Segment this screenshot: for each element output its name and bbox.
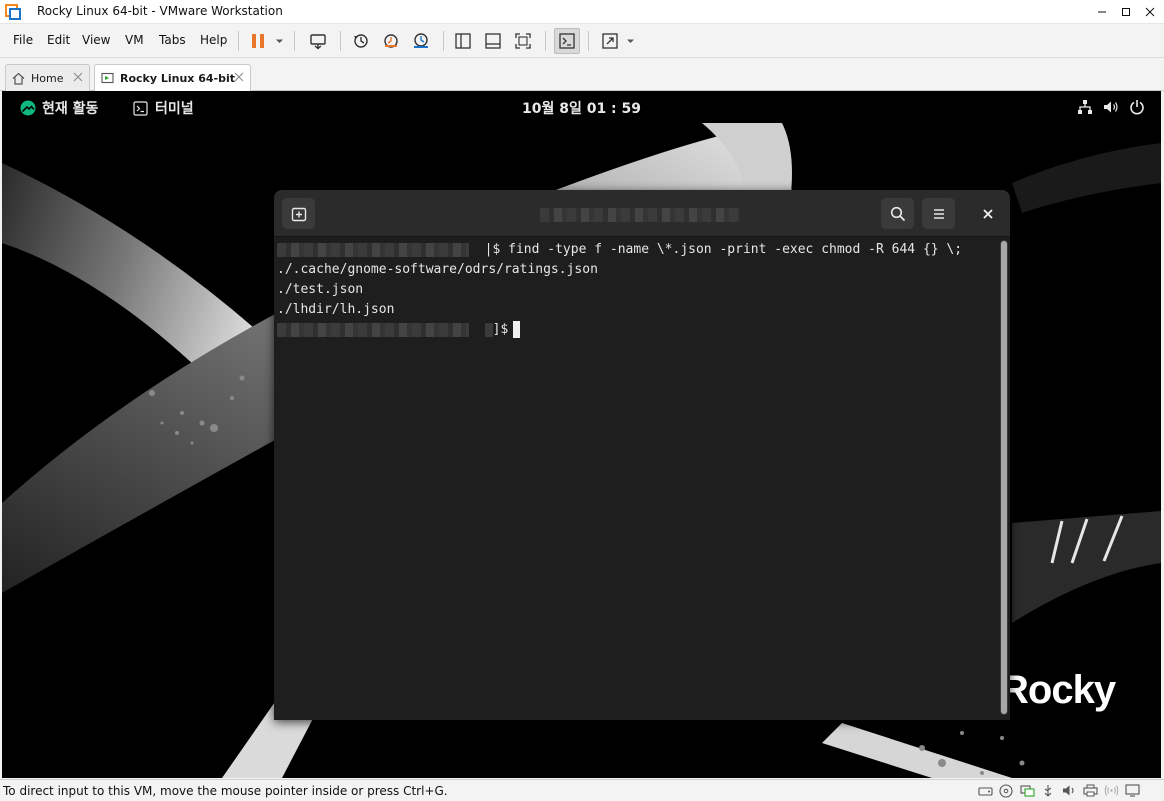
terminal-line-output: ./.cache/gnome-software/odrs/ratings.jso… [277, 262, 598, 277]
redacted-prompt [277, 242, 469, 257]
toolbar-separator [588, 31, 589, 51]
snapshot-icon [354, 34, 368, 48]
terminal-window[interactable]: |$ find -type f -name \*.json -print -ex… [274, 190, 1010, 720]
toolbar-separator [443, 31, 444, 51]
hard-disk-icon[interactable] [977, 783, 993, 798]
snapshot-revert-button[interactable] [378, 28, 404, 54]
snapshot-manager-icon [414, 33, 428, 48]
new-tab-button[interactable] [282, 198, 315, 229]
minimize-icon [1098, 11, 1106, 13]
system-status-area[interactable] [1077, 99, 1145, 115]
snapshot-manager-button[interactable] [408, 28, 434, 54]
close-tab-icon[interactable] [234, 72, 244, 82]
pause-icon [252, 34, 264, 48]
menu-help[interactable]: Help [200, 33, 227, 47]
pause-dropdown-chevron-icon[interactable] [275, 37, 284, 46]
redacted-prompt [277, 322, 469, 337]
power-icon [1130, 100, 1144, 115]
full-screen-button[interactable] [510, 28, 536, 54]
terminal-headerbar [274, 190, 1010, 237]
close-tab-icon[interactable] [73, 72, 83, 82]
network-adapter-icon[interactable] [1019, 783, 1035, 798]
terminal-line-prompt: ]$ [277, 320, 521, 340]
vm-guest-display[interactable]: 현재 활동 터미널 10월 8일 01 : 59 Rocky |$ find -… [2, 91, 1161, 778]
terminal-output[interactable]: |$ find -type f -name \*.json -print -ex… [274, 237, 996, 720]
redacted-prompt [484, 322, 493, 337]
menu-button[interactable] [922, 198, 955, 229]
rocky-wordmark: Rocky [1000, 668, 1116, 712]
vm-icon [101, 72, 114, 84]
terminal-scrollbar-thumb[interactable] [1001, 241, 1007, 714]
find-button[interactable] [881, 198, 914, 229]
console-view-button[interactable] [554, 28, 580, 54]
command-text: find -type f -name \*.json -print -exec … [508, 242, 963, 257]
menu-tabs[interactable]: Tabs [159, 33, 186, 47]
terminal-line-output: ./test.json [277, 282, 364, 297]
snapshot-revert-icon [384, 34, 398, 48]
prompt-suffix: |$ [484, 242, 509, 257]
send-keys-icon [310, 34, 326, 50]
close-icon [982, 208, 993, 219]
hamburger-menu-icon [933, 208, 944, 219]
new-tab-icon [291, 207, 306, 221]
stretch-icon [602, 33, 618, 49]
show-library-button[interactable] [450, 28, 476, 54]
tab-label: Home [31, 71, 64, 85]
console-icon [559, 33, 575, 49]
toolbar-separator [340, 31, 341, 51]
usb-controller-icon[interactable] [1040, 783, 1056, 798]
gnome-top-bar: 현재 활동 터미널 10월 8일 01 : 59 [2, 91, 1161, 123]
menu-edit[interactable]: Edit [47, 33, 70, 47]
text-cursor [513, 321, 521, 338]
snapshot-take-button[interactable] [348, 28, 374, 54]
thumbnail-bar-icon [485, 33, 501, 49]
menu-file[interactable]: File [13, 33, 33, 47]
stretch-dropdown-chevron-icon[interactable] [626, 37, 635, 46]
vmware-app-icon [5, 4, 21, 20]
tab-label: Rocky Linux 64-bit [120, 72, 236, 85]
toolbar-separator [294, 31, 295, 51]
library-panel-icon [455, 33, 471, 49]
cd-dvd-icon[interactable] [998, 783, 1014, 798]
home-icon [12, 72, 25, 85]
maximize-button[interactable] [1114, 0, 1138, 24]
vm-tab-strip: Home Rocky Linux 64-bit [0, 59, 1164, 92]
printer-icon[interactable] [1082, 783, 1098, 798]
toolbar-separator [238, 31, 239, 51]
device-status-icons [977, 783, 1140, 798]
menu-toolbar: File Edit View VM Tabs Help [0, 24, 1164, 58]
title-bar: Rocky Linux 64-bit - VMware Workstation [0, 0, 1164, 24]
wireless-icon[interactable] [1103, 783, 1119, 798]
terminal-title-redacted [540, 207, 740, 222]
terminal-line-command: |$ find -type f -name \*.json -print -ex… [277, 240, 962, 260]
close-window-button[interactable] [1138, 0, 1162, 24]
volume-icon [1104, 101, 1118, 113]
minimize-button[interactable] [1090, 0, 1114, 24]
full-screen-icon [515, 33, 531, 49]
tab-rocky-linux[interactable]: Rocky Linux 64-bit [94, 64, 251, 92]
maximize-icon [1122, 8, 1130, 16]
sound-card-icon[interactable] [1061, 783, 1077, 798]
pause-button[interactable] [245, 28, 271, 54]
menu-view[interactable]: View [82, 33, 110, 47]
send-ctrl-alt-del-button[interactable] [305, 28, 331, 54]
close-terminal-button[interactable] [971, 198, 1004, 229]
window-title: Rocky Linux 64-bit - VMware Workstation [37, 4, 283, 18]
show-thumbnail-bar-button[interactable] [480, 28, 506, 54]
menu-vm[interactable]: VM [125, 33, 144, 47]
network-wired-icon [1078, 100, 1092, 114]
prompt-suffix: ]$ [492, 322, 509, 337]
search-icon [890, 206, 905, 221]
close-icon [1145, 7, 1155, 17]
toolbar-separator [545, 31, 546, 51]
display-icon[interactable] [1124, 783, 1140, 798]
tab-home[interactable]: Home [5, 64, 90, 91]
status-hint: To direct input to this VM, move the mou… [3, 784, 448, 798]
stretch-guest-button[interactable] [597, 28, 623, 54]
clock[interactable]: 10월 8일 01 : 59 [2, 98, 1161, 118]
status-bar: To direct input to this VM, move the mou… [0, 779, 1164, 801]
terminal-line-output: ./lhdir/lh.json [277, 302, 395, 317]
